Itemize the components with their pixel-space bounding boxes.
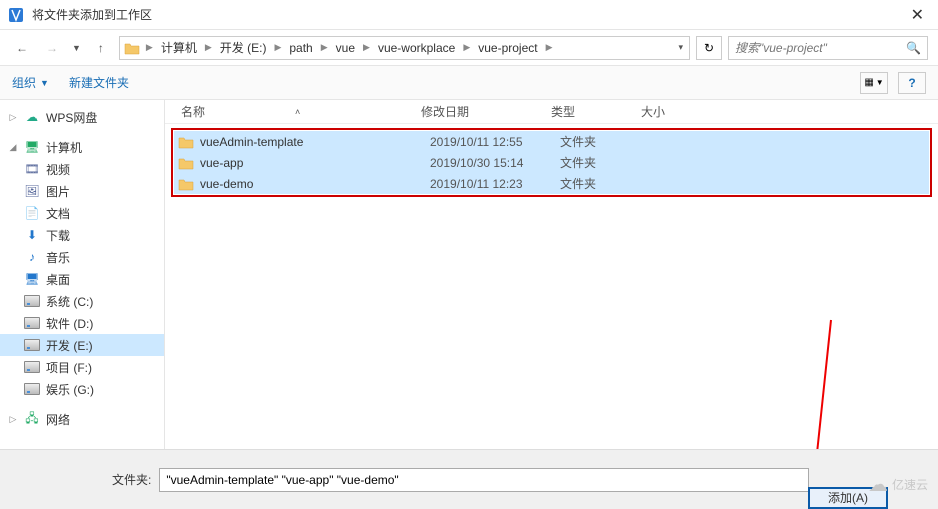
add-button[interactable]: 添加(A) (808, 487, 888, 509)
chevron-right-icon[interactable]: ▶ (272, 42, 283, 53)
folder-label: 文件夹: (12, 471, 151, 488)
column-size[interactable]: 大小 (641, 103, 721, 120)
sidebar-item-drive-g[interactable]: 娱乐 (G:) (0, 378, 164, 400)
file-name: vue-app (200, 156, 430, 170)
sidebar-item-desktop[interactable]: 🖥桌面 (0, 268, 164, 290)
sidebar-item-pictures[interactable]: 🖼图片 (0, 180, 164, 202)
breadcrumb-item[interactable]: vue-project (474, 41, 541, 55)
window-title: 将文件夹添加到工作区 (32, 6, 905, 23)
search-field[interactable] (735, 41, 906, 55)
forward-button[interactable]: → (40, 36, 64, 60)
selection-highlight: vueAdmin-template 2019/10/11 12:55 文件夹 v… (171, 128, 932, 197)
breadcrumb-item[interactable]: 计算机 (157, 39, 201, 56)
folder-icon (178, 156, 194, 170)
file-date: 2019/10/11 12:23 (430, 177, 560, 191)
column-headers[interactable]: 名称 ˄ 修改日期 类型 大小 (165, 100, 938, 124)
file-date: 2019/10/30 15:14 (430, 156, 560, 170)
chevron-right-icon[interactable]: ▶ (203, 42, 214, 53)
table-row[interactable]: vue-demo 2019/10/11 12:23 文件夹 (174, 173, 929, 194)
sidebar-item-wps[interactable]: ▷☁WPS网盘 (0, 106, 164, 128)
breadcrumb-item[interactable]: vue-workplace (374, 41, 459, 55)
file-name: vue-demo (200, 177, 430, 191)
toolbar: 组织 ▼ 新建文件夹 ▦▼ ? (0, 66, 938, 100)
table-row[interactable]: vue-app 2019/10/30 15:14 文件夹 (174, 152, 929, 173)
folder-icon (124, 40, 140, 56)
sidebar-item-music[interactable]: ♪音乐 (0, 246, 164, 268)
file-name: vueAdmin-template (200, 135, 430, 149)
column-name[interactable]: 名称 (181, 103, 205, 120)
chevron-right-icon[interactable]: ▶ (544, 42, 555, 53)
view-mode-button[interactable]: ▦▼ (860, 72, 888, 94)
navbar: ← → ▼ ↑ ▶ 计算机 ▶ 开发 (E:) ▶ path ▶ vue ▶ v… (0, 30, 938, 66)
history-dropdown-icon[interactable]: ▼ (70, 43, 83, 53)
help-button[interactable]: ? (898, 72, 926, 94)
file-type: 文件夹 (560, 133, 650, 150)
chevron-right-icon[interactable]: ▶ (319, 42, 330, 53)
sidebar-item-downloads[interactable]: ⬇下载 (0, 224, 164, 246)
sidebar: ▷☁WPS网盘 ◢🖥计算机 🎞视频 🖼图片 📄文档 ⬇下载 ♪音乐 🖥桌面 系统… (0, 100, 165, 450)
folder-icon (178, 135, 194, 149)
chevron-right-icon[interactable]: ▶ (144, 42, 155, 53)
file-date: 2019/10/11 12:55 (430, 135, 560, 149)
sidebar-item-drive-c[interactable]: 系统 (C:) (0, 290, 164, 312)
search-icon[interactable]: 🔍 (906, 41, 921, 55)
back-button[interactable]: ← (10, 36, 34, 60)
sidebar-item-videos[interactable]: 🎞视频 (0, 158, 164, 180)
breadcrumb-item[interactable]: vue (332, 41, 359, 55)
sidebar-item-computer[interactable]: ◢🖥计算机 (0, 136, 164, 158)
breadcrumb-item[interactable]: path (285, 41, 316, 55)
new-folder-button[interactable]: 新建文件夹 (69, 74, 129, 91)
table-row[interactable]: vueAdmin-template 2019/10/11 12:55 文件夹 (174, 131, 929, 152)
app-icon (8, 7, 24, 23)
breadcrumb[interactable]: ▶ 计算机 ▶ 开发 (E:) ▶ path ▶ vue ▶ vue-workp… (119, 36, 690, 60)
organize-menu[interactable]: 组织 ▼ (12, 74, 49, 91)
file-type: 文件夹 (560, 175, 650, 192)
folder-icon (178, 177, 194, 191)
sidebar-item-drive-f[interactable]: 项目 (F:) (0, 356, 164, 378)
file-type: 文件夹 (560, 154, 650, 171)
search-input[interactable]: 🔍 (728, 36, 928, 60)
breadcrumb-item[interactable]: 开发 (E:) (216, 39, 271, 56)
sidebar-item-documents[interactable]: 📄文档 (0, 202, 164, 224)
sidebar-item-network[interactable]: ▷🖧网络 (0, 408, 164, 430)
chevron-right-icon[interactable]: ▶ (361, 42, 372, 53)
folder-name-input[interactable] (159, 468, 809, 492)
main-area: ▷☁WPS网盘 ◢🖥计算机 🎞视频 🖼图片 📄文档 ⬇下载 ♪音乐 🖥桌面 系统… (0, 100, 938, 450)
file-list: 名称 ˄ 修改日期 类型 大小 vueAdmin-template 2019/10… (165, 100, 938, 450)
close-icon[interactable]: ✕ (905, 5, 930, 25)
path-dropdown-icon[interactable]: ▾ (676, 42, 685, 53)
sidebar-item-drive-d[interactable]: 软件 (D:) (0, 312, 164, 334)
footer: 文件夹: 添加(A) (0, 449, 938, 509)
column-date[interactable]: 修改日期 (421, 103, 551, 120)
sidebar-item-drive-e[interactable]: 开发 (E:) (0, 334, 164, 356)
column-type[interactable]: 类型 (551, 103, 641, 120)
sort-indicator-icon: ˄ (295, 107, 300, 117)
chevron-right-icon[interactable]: ▶ (461, 42, 472, 53)
up-button[interactable]: ↑ (89, 36, 113, 60)
refresh-button[interactable]: ↻ (696, 36, 722, 60)
titlebar: 将文件夹添加到工作区 ✕ (0, 0, 938, 30)
